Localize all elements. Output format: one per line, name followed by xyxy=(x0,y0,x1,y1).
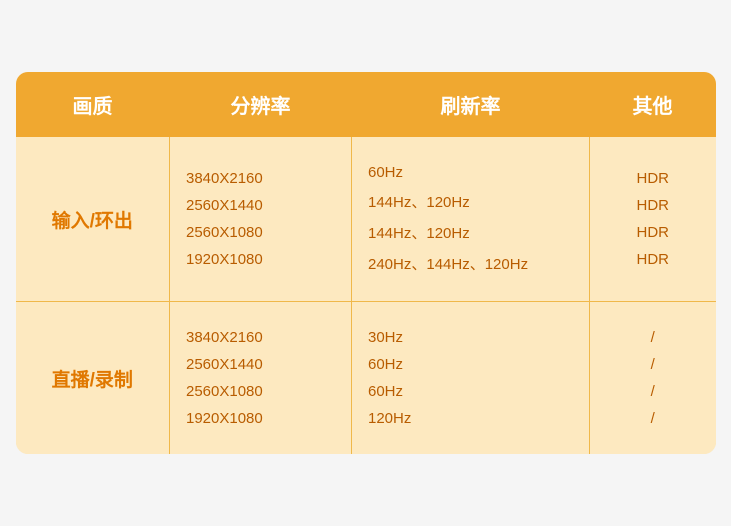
refresh-value: 60Hz xyxy=(362,351,579,378)
resolution-value: 2560X1080 xyxy=(180,219,341,246)
header-quality: 画质 xyxy=(16,72,170,137)
resolution-cell: 3840X21602560X14402560X10801920X1080 xyxy=(170,137,352,301)
resolution-value: 3840X2160 xyxy=(180,165,341,192)
resolution-value: 1920X1080 xyxy=(180,405,341,432)
spec-table: 画质 分辨率 刷新率 其他 输入/环出3840X21602560X1440256… xyxy=(16,72,716,454)
main-card: 画质 分辨率 刷新率 其他 输入/环出3840X21602560X1440256… xyxy=(16,72,716,454)
resolution-value: 2560X1440 xyxy=(180,192,341,219)
table-row: 输入/环出3840X21602560X14402560X10801920X108… xyxy=(16,137,716,301)
other-value: HDR xyxy=(600,246,706,273)
other-value: / xyxy=(600,378,706,405)
header-other: 其他 xyxy=(590,72,716,137)
refresh-cell: 30Hz60Hz60Hz120Hz xyxy=(352,302,590,454)
refresh-value: 30Hz xyxy=(362,324,579,351)
other-value: HDR xyxy=(600,192,706,219)
header-refresh: 刷新率 xyxy=(352,72,590,137)
resolution-value: 2560X1440 xyxy=(180,351,341,378)
refresh-value: 60Hz xyxy=(362,159,579,186)
other-cell: //// xyxy=(590,302,716,454)
refresh-cell: 60Hz144Hz、120Hz144Hz、120Hz240Hz、144Hz、12… xyxy=(352,137,590,301)
row-label: 输入/环出 xyxy=(16,137,170,301)
other-value: / xyxy=(600,405,706,432)
resolution-cell: 3840X21602560X14402560X10801920X1080 xyxy=(170,302,352,454)
other-value: / xyxy=(600,324,706,351)
header-row: 画质 分辨率 刷新率 其他 xyxy=(16,72,716,137)
other-cell: HDRHDRHDRHDR xyxy=(590,137,716,301)
refresh-value: 144Hz、120Hz xyxy=(362,217,579,248)
resolution-value: 3840X2160 xyxy=(180,324,341,351)
resolution-value: 1920X1080 xyxy=(180,246,341,273)
other-value: / xyxy=(600,351,706,378)
resolution-value: 2560X1080 xyxy=(180,378,341,405)
row-label: 直播/录制 xyxy=(16,302,170,454)
refresh-value: 60Hz xyxy=(362,378,579,405)
header-resolution: 分辨率 xyxy=(170,72,352,137)
refresh-value: 144Hz、120Hz xyxy=(362,186,579,217)
other-value: HDR xyxy=(600,219,706,246)
other-value: HDR xyxy=(600,165,706,192)
refresh-value: 240Hz、144Hz、120Hz xyxy=(362,248,579,279)
table-row: 直播/录制3840X21602560X14402560X10801920X108… xyxy=(16,302,716,454)
refresh-value: 120Hz xyxy=(362,405,579,432)
